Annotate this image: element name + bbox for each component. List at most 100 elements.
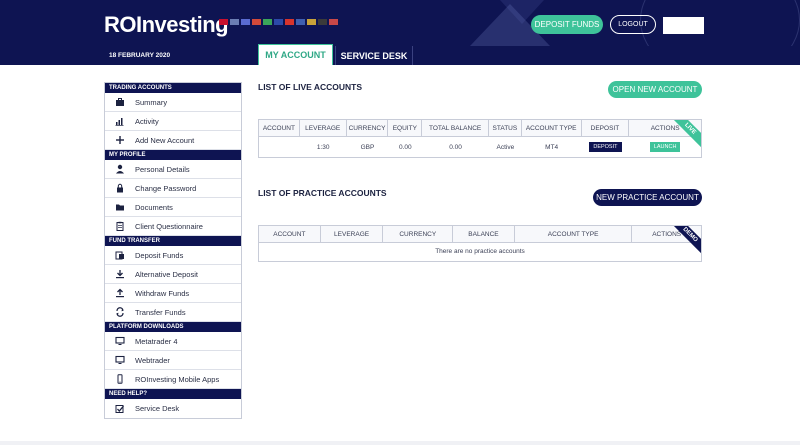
- footer-strip: [0, 441, 800, 445]
- sidebar-item-label: Add New Account: [135, 135, 195, 145]
- folder-icon: [105, 202, 135, 212]
- sidebar-item-add-new-account[interactable]: Add New Account: [105, 131, 241, 150]
- sidebar-item-label: Personal Details: [135, 164, 190, 174]
- column-header: ACCOUNT: [259, 120, 300, 136]
- cell-actions: LAUNCH: [629, 137, 701, 157]
- sidebar-item-label: Transfer Funds: [135, 307, 186, 317]
- language-flag-icon[interactable]: [318, 19, 327, 25]
- column-header: CURRENCY: [383, 226, 454, 242]
- live-accounts-title: LIST OF LIVE ACCOUNTS: [258, 82, 363, 92]
- sidebar-item-label: Alternative Deposit: [135, 269, 198, 279]
- sidebar-item-withdraw-funds[interactable]: Withdraw Funds: [105, 284, 241, 303]
- current-date: 18 FEBRUARY 2020: [109, 52, 171, 59]
- sidebar-item-deposit-funds[interactable]: Deposit Funds: [105, 246, 241, 265]
- empty-message: There are no practice accounts: [435, 248, 525, 255]
- sidebar-item-documents[interactable]: Documents: [105, 198, 241, 217]
- mobile-icon: [105, 374, 135, 384]
- lock-icon: [105, 183, 135, 193]
- live-table-header: ACCOUNT LEVERAGE CURRENCY EQUITY TOTAL BALAN…: [259, 120, 701, 137]
- checkbox-icon: [105, 404, 135, 414]
- sidebar-item-label: Withdraw Funds: [135, 288, 190, 298]
- sidebar-item-label: ROInvesting Mobile Apps: [135, 374, 220, 384]
- sidebar-item-label: Webtrader: [135, 355, 170, 365]
- clipboard-icon: [105, 221, 135, 231]
- sidebar-section-header: FUND TRANSFER: [105, 236, 241, 246]
- upload-icon: [105, 288, 135, 298]
- tab-my-account[interactable]: MY ACCOUNT: [258, 44, 333, 65]
- sidebar-item-metatrader-4[interactable]: Metatrader 4: [105, 332, 241, 351]
- sidebar-section-header: PLATFORM DOWNLOADS: [105, 322, 241, 332]
- sidebar-item-summary[interactable]: Summary: [105, 93, 241, 112]
- plus-icon: [105, 135, 135, 145]
- language-flag-icon[interactable]: [219, 19, 228, 25]
- language-flag-icon[interactable]: [263, 19, 272, 25]
- sidebar-item-roinvesting-mobile-apps[interactable]: ROInvesting Mobile Apps: [105, 370, 241, 389]
- sidebar-section-header: NEED HELP?: [105, 389, 241, 399]
- practice-accounts-title: LIST OF PRACTICE ACCOUNTS: [258, 188, 387, 198]
- sidebar-item-alternative-deposit[interactable]: Alternative Deposit: [105, 265, 241, 284]
- cell-total-balance: 0.00: [449, 143, 462, 151]
- app-root: ROInvesting DEPOSIT FUNDS LOGOUT 18 FEBR…: [0, 0, 800, 445]
- column-header: STATUS: [489, 120, 522, 136]
- practice-table-header: ACCOUNT LEVERAGE CURRENCY BALANCE ACCOUNT TY…: [259, 226, 701, 243]
- column-header: TOTAL BALANCE: [422, 120, 489, 136]
- deposit-icon: [105, 250, 135, 260]
- column-header: DEPOSIT: [582, 120, 630, 136]
- language-flag-icon[interactable]: [252, 19, 261, 25]
- sidebar-item-label: Client Questionnaire: [135, 221, 203, 231]
- language-flag-icon[interactable]: [241, 19, 250, 25]
- monitor-icon: [105, 336, 135, 346]
- sidebar-item-service-desk[interactable]: Service Desk: [105, 399, 241, 418]
- user-icon: [105, 164, 135, 174]
- briefcase-icon: [105, 97, 135, 107]
- language-flag-icon[interactable]: [230, 19, 239, 25]
- language-flag-icon[interactable]: [307, 19, 316, 25]
- cell-deposit: DEPOSIT: [582, 137, 630, 157]
- practice-accounts-table: ACCOUNT LEVERAGE CURRENCY BALANCE ACCOUNT TY…: [258, 225, 702, 262]
- logout-button[interactable]: LOGOUT: [610, 15, 656, 34]
- language-flag-icon[interactable]: [285, 19, 294, 25]
- language-flag-icon[interactable]: [329, 19, 338, 25]
- sidebar-section-header: TRADING ACCOUNTS: [105, 83, 241, 93]
- live-accounts-table: ACCOUNT LEVERAGE CURRENCY EQUITY TOTAL BALAN…: [258, 119, 702, 158]
- sidebar-item-label: Activity: [135, 116, 159, 126]
- cell-status: Active: [496, 143, 515, 151]
- deposit-button[interactable]: DEPOSIT: [589, 142, 622, 152]
- cell-currency: GBP: [360, 143, 375, 151]
- sidebar-item-client-questionnaire[interactable]: Client Questionnaire: [105, 217, 241, 236]
- language-flag-icon[interactable]: [296, 19, 305, 25]
- column-header: EQUITY: [388, 120, 423, 136]
- sidebar-section-header: MY PROFILE: [105, 150, 241, 160]
- transfer-icon: [105, 307, 135, 317]
- monitor-icon: [105, 355, 135, 365]
- column-header: LEVERAGE: [321, 226, 384, 242]
- sidebar-item-label: Change Password: [135, 183, 197, 193]
- sidebar-item-label: Summary: [135, 97, 168, 107]
- column-header: ACCOUNT TYPE: [515, 226, 633, 242]
- table-row: 1:30 GBP 0.00 0.00 Active MT4 DEPOSIT LA…: [259, 137, 701, 157]
- column-header: LEVERAGE: [300, 120, 347, 136]
- bar-chart-icon: [105, 116, 135, 126]
- sidebar-item-webtrader[interactable]: Webtrader: [105, 351, 241, 370]
- column-header: ACCOUNT: [259, 226, 321, 242]
- launch-button[interactable]: LAUNCH: [649, 142, 681, 152]
- download-icon: [105, 269, 135, 279]
- new-practice-account-button[interactable]: NEW PRACTICE ACCOUNT: [593, 189, 702, 206]
- cell-account-type: MT4: [545, 143, 559, 151]
- language-flag-icon[interactable]: [274, 19, 283, 25]
- column-header: CURRENCY: [347, 120, 389, 136]
- sidebar-item-activity[interactable]: Activity: [105, 112, 241, 131]
- sidebar-item-label: Metatrader 4: [135, 336, 178, 346]
- sidebar-item-change-password[interactable]: Change Password: [105, 179, 241, 198]
- tab-service-desk[interactable]: SERVICE DESK: [335, 46, 413, 65]
- sidebar: TRADING ACCOUNTS Summary Activity Add New A…: [104, 82, 242, 419]
- deposit-funds-button[interactable]: DEPOSIT FUNDS: [531, 15, 603, 34]
- sidebar-item-transfer-funds[interactable]: Transfer Funds: [105, 303, 241, 322]
- sidebar-item-label: Service Desk: [135, 404, 180, 413]
- language-flags: [219, 19, 338, 25]
- column-header: ACCOUNT TYPE: [522, 120, 582, 136]
- sidebar-item-label: Deposit Funds: [135, 250, 184, 260]
- open-new-account-button[interactable]: OPEN NEW ACCOUNT: [608, 81, 702, 98]
- brand-logo[interactable]: ROInvesting: [104, 12, 229, 38]
- sidebar-item-personal-details[interactable]: Personal Details: [105, 160, 241, 179]
